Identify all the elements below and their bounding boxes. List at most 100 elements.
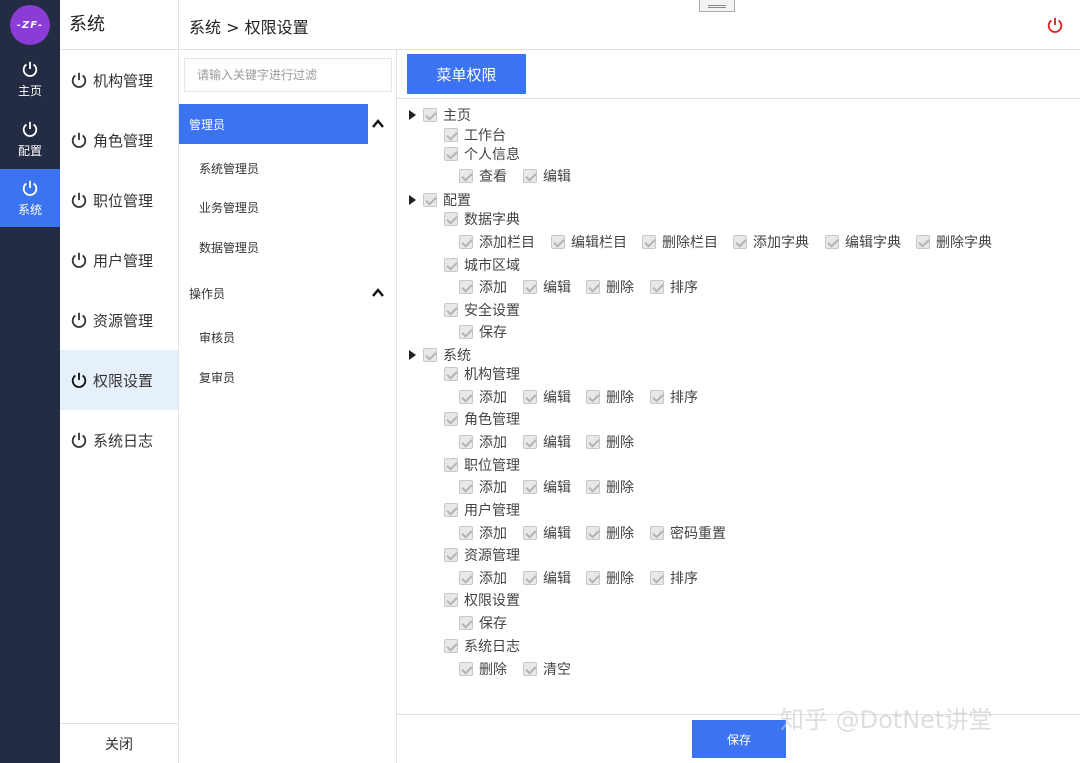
menu-title: 系统 (60, 0, 178, 50)
checkbox[interactable] (423, 108, 437, 122)
role-item[interactable]: 审核员 (179, 318, 397, 358)
checkbox[interactable] (423, 193, 437, 207)
checkbox[interactable] (444, 128, 458, 142)
checkbox[interactable] (423, 348, 437, 362)
checkbox[interactable] (444, 548, 458, 562)
checkbox[interactable] (444, 303, 458, 317)
checkbox[interactable] (586, 390, 600, 404)
chevron-up-icon[interactable] (371, 286, 385, 300)
menu-item-position[interactable]: 职位管理 (60, 170, 178, 230)
checkbox[interactable] (444, 593, 458, 607)
checkbox[interactable] (523, 480, 537, 494)
checkbox[interactable] (459, 662, 473, 676)
menu-item-label: 机构管理 (93, 71, 154, 90)
checkbox[interactable] (459, 280, 473, 294)
tree-node: 编辑栏目 (551, 232, 627, 252)
checkbox[interactable] (586, 526, 600, 540)
checkbox[interactable] (459, 169, 473, 183)
checkbox[interactable] (444, 367, 458, 381)
checkbox[interactable] (586, 571, 600, 585)
role-item[interactable]: 系统管理员 (179, 149, 397, 189)
checkbox[interactable] (825, 235, 839, 249)
close-button[interactable]: 关闭 (60, 723, 178, 763)
checkbox[interactable] (523, 662, 537, 676)
node-label: 角色管理 (464, 412, 520, 428)
checkbox[interactable] (459, 235, 473, 249)
checkbox[interactable] (444, 412, 458, 426)
rail-item-system[interactable]: 系统 (0, 169, 60, 227)
checkbox[interactable] (523, 390, 537, 404)
menu-item-permission[interactable]: 权限设置 (60, 350, 178, 410)
tree-node: 排序 (650, 568, 698, 588)
tree-node: 添加 (459, 432, 507, 452)
checkbox[interactable] (444, 503, 458, 517)
checkbox[interactable] (523, 280, 537, 294)
tab-menu-permission[interactable]: 菜单权限 (407, 54, 526, 94)
checkbox[interactable] (444, 639, 458, 653)
role-group-admin[interactable]: 管理员 (179, 104, 397, 144)
menu-item-log[interactable]: 系统日志 (60, 410, 178, 470)
checkbox[interactable] (444, 258, 458, 272)
checkbox[interactable] (444, 147, 458, 161)
save-button[interactable]: 保存 (692, 720, 786, 758)
checkbox[interactable] (586, 480, 600, 494)
role-filter-input[interactable] (184, 58, 392, 92)
checkbox[interactable] (459, 571, 473, 585)
tree-node: 安全设置 (444, 300, 520, 320)
menu-item-org[interactable]: 机构管理 (60, 50, 178, 110)
tree-node: 职位管理 (444, 455, 520, 475)
checkbox[interactable] (650, 280, 664, 294)
menu-item-user[interactable]: 用户管理 (60, 230, 178, 290)
checkbox[interactable] (459, 526, 473, 540)
tree-node: 清空 (523, 659, 571, 679)
rail-item-config[interactable]: 配置 (0, 110, 60, 168)
checkbox[interactable] (650, 526, 664, 540)
node-label: 密码重置 (670, 526, 726, 542)
checkbox[interactable] (733, 235, 747, 249)
checkbox[interactable] (586, 280, 600, 294)
checkbox[interactable] (459, 325, 473, 339)
chevron-up-icon[interactable] (371, 117, 385, 131)
checkbox[interactable] (642, 235, 656, 249)
tree-node: 删除 (586, 523, 634, 543)
expand-triangle-icon[interactable] (409, 350, 416, 360)
menu-item-role[interactable]: 角色管理 (60, 110, 178, 170)
expand-triangle-icon[interactable] (409, 195, 416, 205)
node-label: 编辑 (543, 390, 571, 406)
checkbox[interactable] (551, 235, 565, 249)
node-label: 编辑 (543, 435, 571, 451)
node-label: 添加 (479, 480, 507, 496)
checkbox[interactable] (523, 435, 537, 449)
tree-node: 排序 (650, 387, 698, 407)
top-header: 系统 > 权限设置 (179, 0, 1080, 50)
checkbox[interactable] (459, 616, 473, 630)
tree-node: 编辑 (523, 277, 571, 297)
role-item[interactable]: 复审员 (179, 358, 397, 398)
role-item[interactable]: 业务管理员 (179, 188, 397, 228)
rail-item-home[interactable]: 主页 (0, 50, 60, 108)
checkbox[interactable] (523, 526, 537, 540)
checkbox[interactable] (650, 390, 664, 404)
tree-node: 添加 (459, 277, 507, 297)
menu-item-resource[interactable]: 资源管理 (60, 290, 178, 350)
checkbox[interactable] (459, 480, 473, 494)
role-group-operator[interactable]: 操作员 (179, 273, 397, 313)
node-label: 保存 (479, 325, 507, 341)
checkbox[interactable] (586, 435, 600, 449)
checkbox[interactable] (444, 212, 458, 226)
node-label: 编辑 (543, 169, 571, 185)
window-grip-handle[interactable] (699, 0, 735, 12)
role-item[interactable]: 数据管理员 (179, 228, 397, 268)
power-icon (22, 180, 38, 196)
checkbox[interactable] (523, 571, 537, 585)
checkbox[interactable] (459, 390, 473, 404)
checkbox[interactable] (650, 571, 664, 585)
tree-node: 编辑 (523, 477, 571, 497)
node-label: 删除字典 (936, 235, 992, 251)
checkbox[interactable] (459, 435, 473, 449)
checkbox[interactable] (916, 235, 930, 249)
checkbox[interactable] (444, 458, 458, 472)
expand-triangle-icon[interactable] (409, 110, 416, 120)
checkbox[interactable] (523, 169, 537, 183)
logout-power-icon[interactable] (1046, 16, 1064, 34)
